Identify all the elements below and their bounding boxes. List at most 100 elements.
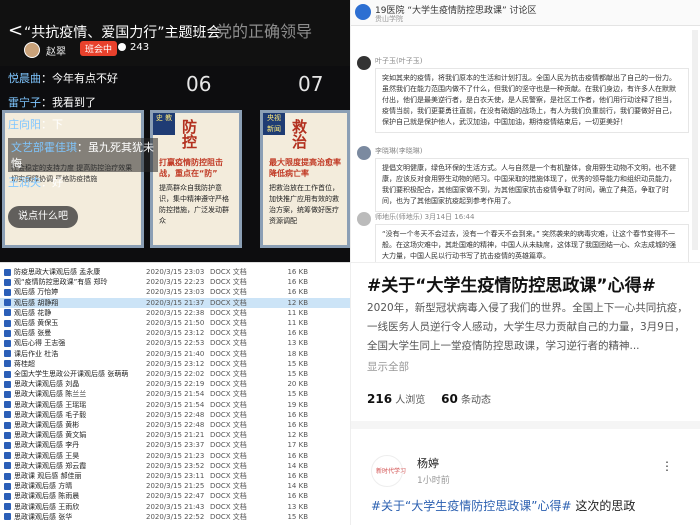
file-row[interactable]: 思政大课观后感 郑云霞 2020/3/15 23:52 DOCX 文档 14 KB — [0, 461, 350, 471]
file-size: 16 KB — [287, 451, 308, 460]
file-size: 16 KB — [287, 278, 308, 287]
person-icon — [118, 43, 126, 51]
topic-panel: #关于“大学生疫情防控思政课”心得# 2020年，新型冠状病毒入侵了我们的世界。… — [350, 262, 700, 525]
file-size: 11 KB — [287, 308, 308, 317]
file-name: 思政大课观后感 郑云霞 — [14, 461, 87, 470]
file-name: 蒋桂超 — [14, 359, 35, 368]
word-doc-icon — [4, 462, 11, 470]
file-name: 思政大课观后感 黄文娟 — [14, 431, 87, 440]
file-row[interactable]: 思政大课观后感 毛子毅 2020/3/15 22:48 DOCX 文档 16 KB — [0, 410, 350, 420]
file-type: DOCX 文档 — [210, 380, 247, 389]
file-date: 2020/3/15 21:25 — [146, 482, 205, 491]
file-type: DOCX 文档 — [210, 421, 247, 429]
file-row[interactable]: 思政大课观后感 黄文娟 2020/3/15 21:21 DOCX 文档 12 KB — [0, 430, 350, 440]
file-size: 15 KB — [287, 390, 308, 399]
file-name: 观后感 张曼 — [14, 329, 52, 338]
file-type: DOCX 文档 — [210, 349, 247, 358]
viewer-count: 243 — [118, 42, 149, 53]
word-doc-icon — [4, 390, 11, 398]
slide-07[interactable]: 央视 新闻 救治 最大限度提高治愈率 降低病亡率 把救治放在工作首位，加快推广应… — [260, 110, 350, 248]
avatar[interactable] — [357, 146, 371, 160]
file-type: DOCX 文档 — [210, 461, 247, 470]
file-type: DOCX 文档 — [210, 400, 247, 409]
file-row[interactable]: 思政大课观后感 陈兰兰 2020/3/15 21:54 DOCX 文档 15 KB — [0, 389, 350, 399]
file-row[interactable]: 蒋桂超 2020/3/15 23:12 DOCX 文档 15 KB — [0, 359, 350, 369]
post-text: 提倡文明健康，绿色环保的生活方式。人与自然是一个有机整体，食用野生动物不文明，也… — [375, 158, 689, 212]
file-row[interactable]: 思政大课观后感 王瑶瑶 2020/3/15 21:54 DOCX 文档 19 KB — [0, 400, 350, 410]
file-row[interactable]: 观后感 胡静翔 2020/3/15 21:37 DOCX 文档 12 KB — [0, 297, 350, 308]
divider — [351, 421, 700, 429]
file-name: 思政大课观后感 陈兰兰 — [14, 390, 87, 399]
file-row[interactable]: 思政课观后感 方晴 2020/3/15 21:25 DOCX 文档 14 KB — [0, 481, 350, 491]
file-name: 思政大课观后感 刘晶 — [14, 380, 80, 389]
file-row[interactable]: 思政课观后感 张华 2020/3/15 22:52 DOCX 文档 15 KB — [0, 512, 350, 522]
word-doc-icon — [4, 329, 11, 337]
file-row[interactable]: 思政大课观后感 黄彬 2020/3/15 22:48 DOCX 文档 16 KB — [0, 420, 350, 430]
post-content[interactable]: #关于“大学生疫情防控思政课”心得# 这次的思政 — [371, 497, 635, 514]
file-name: 思政课观后感 张华 — [14, 512, 73, 521]
file-date: 2020/3/15 23:11 — [146, 472, 205, 480]
chat-user: 文艺部霍佳琪 — [11, 141, 77, 154]
back-arrow-icon[interactable]: < — [8, 20, 23, 41]
file-name: 思政课 观后感 郝佳丽 — [14, 472, 82, 480]
file-date: 2020/3/15 23:12 — [146, 359, 205, 368]
file-row[interactable]: 观“疫情防控思政课”有感 郑玲 2020/3/15 22:23 DOCX 文档 16 … — [0, 277, 350, 287]
file-row[interactable]: 观后感 黄保玉 2020/3/15 21:50 DOCX 文档 11 KB — [0, 318, 350, 328]
file-name: 思政课观后感 陈雨晨 — [14, 492, 80, 501]
file-name: 思政课观后感 方晴 — [14, 482, 73, 491]
file-date: 2020/3/15 22:53 — [146, 339, 205, 348]
file-row[interactable]: 观后感 张曼 2020/3/15 23:12 DOCX 文档 16 KB — [0, 328, 350, 338]
file-row[interactable]: 课后作业 杜浩 2020/3/15 21:40 DOCX 文档 18 KB — [0, 349, 350, 359]
scrollbar[interactable] — [692, 30, 698, 250]
topic-title[interactable]: #关于“大学生疫情防控思政课”心得# — [367, 271, 656, 296]
slide-06[interactable]: 史 教 防控 打赢疫情防控阻击战，重点在“防” 提高群众自我防护意识，集中精神遵… — [150, 110, 242, 248]
show-all-link[interactable]: 显示全部 — [367, 359, 409, 374]
avatar[interactable] — [357, 56, 371, 70]
file-date: 2020/3/15 22:47 — [146, 492, 205, 501]
file-row[interactable]: 思政课 观后感 郝佳丽 2020/3/15 23:11 DOCX 文档 16 KB — [0, 471, 350, 481]
file-row[interactable]: 观后心得 王志强 2020/3/15 22:53 DOCX 文档 13 KB — [0, 338, 350, 348]
file-date: 2020/3/15 23:52 — [146, 461, 205, 470]
file-size: 12 KB — [287, 298, 308, 307]
slide-06-title: 防控 — [180, 119, 198, 149]
file-row[interactable]: 思政大课观后感 刘晶 2020/3/15 22:19 DOCX 文档 20 KB — [0, 379, 350, 389]
chat-user: 雷宁子 — [8, 96, 41, 109]
file-row[interactable]: 防疫思政大课观后感 孟永康 2020/3/15 23:03 DOCX 文档 16 KB — [0, 267, 350, 277]
host-avatar[interactable] — [24, 42, 40, 58]
word-doc-icon — [4, 299, 11, 307]
file-date: 2020/3/15 21:50 — [146, 319, 205, 327]
post-author: 师地乐(师地乐) 3月14日 16:44 — [375, 213, 475, 221]
file-size: 15 KB — [287, 370, 308, 378]
file-row[interactable]: 思政大课观后感 王昊 2020/3/15 21:23 DOCX 文档 16 KB — [0, 451, 350, 461]
file-name: 思政大课观后感 毛子毅 — [14, 410, 87, 419]
file-type: DOCX 文档 — [210, 512, 247, 521]
file-row[interactable]: 全国大学生思政公开课观后感 张萌萌 2020/3/15 22:02 DOCX 文档 1… — [0, 369, 350, 379]
post-text: “没有一个冬天不会过去，没有一个春天不会到来。” 突然袭来的病毒灾难，让这个春节… — [375, 224, 689, 262]
comment-input[interactable]: 说点什么吧 — [8, 206, 78, 228]
file-type: DOCX 文档 — [210, 451, 247, 460]
file-row[interactable]: 观后感 万怡婷 2020/3/15 23:03 DOCX 文档 16 KB — [0, 287, 350, 297]
file-name: 思政大课观后感 王昊 — [14, 451, 80, 460]
avatar[interactable] — [357, 212, 371, 226]
file-date: 2020/3/15 22:48 — [146, 421, 205, 429]
file-type: DOCX 文档 — [210, 319, 247, 327]
post-time: 1小时前 — [417, 476, 450, 486]
avatar[interactable]: 新时代学习 — [371, 455, 406, 487]
file-row[interactable]: 思政课观后感 陈雨晨 2020/3/15 22:47 DOCX 文档 16 KB — [0, 491, 350, 501]
word-doc-icon — [4, 431, 11, 439]
file-name: 观后感 胡静翔 — [14, 298, 59, 307]
file-date: 2020/3/15 23:03 — [146, 288, 205, 297]
post-author[interactable]: 杨婷 — [417, 455, 439, 471]
word-doc-icon — [4, 350, 11, 358]
file-row[interactable]: 思政课观后感 王雨欣 2020/3/15 21:43 DOCX 文档 13 KB — [0, 502, 350, 512]
file-size: 16 KB — [287, 421, 308, 429]
file-row[interactable]: 观后感 花静 2020/3/15 22:38 DOCX 文档 11 KB — [0, 308, 350, 318]
file-size: 16 KB — [287, 288, 308, 297]
file-row[interactable]: 思政大课观后感 李丹 2020/3/15 23:37 DOCX 文档 17 KB — [0, 440, 350, 450]
more-options-icon[interactable]: ⋮ — [661, 459, 673, 473]
file-size: 12 KB — [287, 431, 308, 440]
file-size: 18 KB — [287, 349, 308, 358]
post-hashtag[interactable]: #关于“大学生疫情防控思政课”心得# — [371, 499, 572, 513]
file-type: DOCX 文档 — [210, 492, 247, 501]
file-date: 2020/3/15 22:19 — [146, 380, 205, 389]
